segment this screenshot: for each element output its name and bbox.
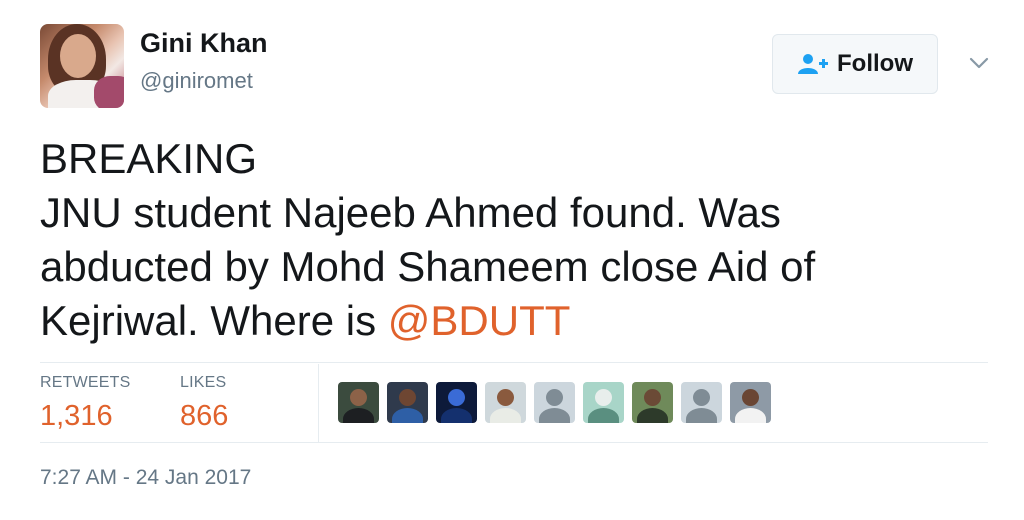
liker-head	[595, 389, 612, 406]
divider-bottom	[40, 442, 988, 443]
author-avatar[interactable]	[40, 24, 124, 108]
tweet-line: abducted by Mohd Shameem close Aid of	[40, 243, 816, 290]
tweet-text: BREAKING JNU student Najeeb Ahmed found.…	[40, 132, 980, 348]
likes-count: 866	[180, 400, 229, 432]
liker-head	[742, 389, 759, 406]
mention-link[interactable]: @BDUTT	[388, 297, 571, 344]
liker-avatar-9[interactable]	[730, 382, 771, 423]
retweets-count: 1,316	[40, 400, 113, 432]
liker-head	[644, 389, 661, 406]
liker-body	[735, 408, 766, 423]
liker-avatar-1[interactable]	[338, 382, 379, 423]
liker-head	[350, 389, 367, 406]
liker-avatar-3[interactable]	[436, 382, 477, 423]
author-handle[interactable]: @giniromet	[140, 68, 253, 94]
tweet-line: Kejriwal. Where is @BDUTT	[40, 294, 980, 348]
tweet-timestamp[interactable]: 7:27 AM - 24 Jan 2017	[40, 466, 251, 490]
liker-body	[441, 408, 472, 423]
liker-avatar-5[interactable]	[534, 382, 575, 423]
tweet-line-text: Kejriwal. Where is	[40, 297, 388, 344]
stats-divider	[318, 364, 319, 442]
add-user-icon	[797, 53, 829, 75]
liker-body	[490, 408, 521, 423]
liker-body	[539, 408, 570, 423]
author-name[interactable]: Gini Khan	[140, 28, 268, 59]
liker-head	[693, 389, 710, 406]
liker-head	[399, 389, 416, 406]
liker-head	[448, 389, 465, 406]
likes-stat[interactable]: LIKES 866	[180, 374, 228, 433]
tweet-line: BREAKING	[40, 135, 258, 182]
liker-head	[546, 389, 563, 406]
liker-avatar-4[interactable]	[485, 382, 526, 423]
chevron-down-icon[interactable]	[968, 52, 990, 74]
likers-avatars	[338, 382, 771, 423]
follow-button[interactable]: Follow	[772, 34, 938, 94]
liker-avatar-8[interactable]	[681, 382, 722, 423]
liker-body	[343, 408, 374, 423]
divider-top	[40, 362, 988, 363]
liker-head	[497, 389, 514, 406]
avatar-face	[60, 34, 96, 78]
liker-body	[588, 408, 619, 423]
tweet-line: JNU student Najeeb Ahmed found. Was	[40, 189, 781, 236]
likes-label: LIKES	[180, 374, 227, 391]
liker-body	[392, 408, 423, 423]
liker-avatar-6[interactable]	[583, 382, 624, 423]
liker-body	[637, 408, 668, 423]
avatar-pillow	[94, 76, 124, 108]
liker-avatar-7[interactable]	[632, 382, 673, 423]
retweets-stat[interactable]: RETWEETS 1,316	[40, 374, 131, 433]
retweets-label: RETWEETS	[40, 374, 131, 391]
liker-avatar-2[interactable]	[387, 382, 428, 423]
liker-body	[686, 408, 717, 423]
follow-label: Follow	[837, 50, 913, 77]
